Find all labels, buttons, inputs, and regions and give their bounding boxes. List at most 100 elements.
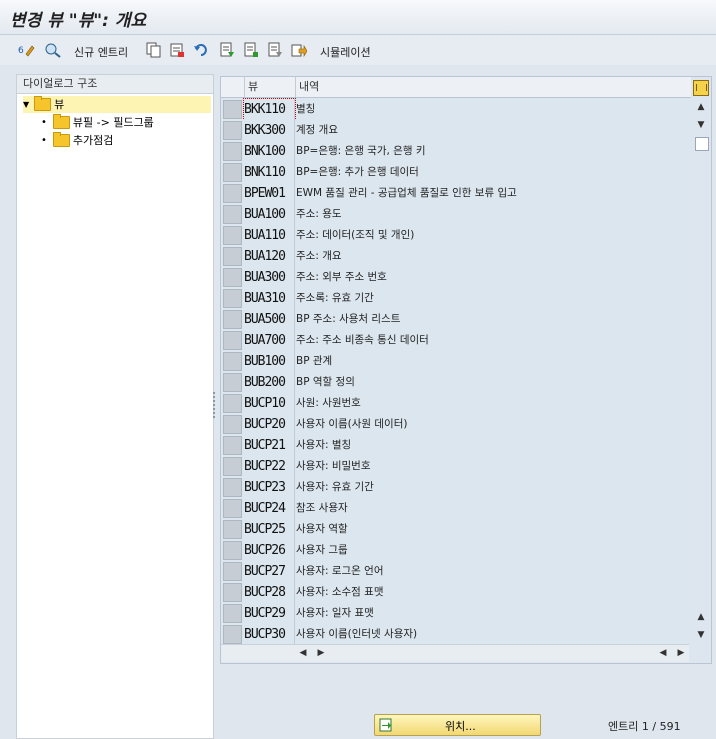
tree-node-additional-check[interactable]: • 추가점검 <box>41 132 113 149</box>
row-selector[interactable] <box>223 268 242 287</box>
delete-icon[interactable] <box>168 41 186 59</box>
view-code-cell[interactable]: BPEW01 <box>244 183 295 204</box>
view-code-cell[interactable]: BUA120 <box>244 246 295 267</box>
table-row[interactable]: BUB200 BP 역할 정의 <box>221 372 689 394</box>
view-code-cell[interactable]: BUB200 <box>244 372 295 393</box>
view-code-cell[interactable]: BUCP10 <box>244 393 295 414</box>
table-row[interactable]: BUCP20 사용자 이름(사원 데이터) <box>221 414 689 436</box>
row-selector[interactable] <box>223 541 242 560</box>
select-block-icon[interactable] <box>242 41 260 59</box>
expand-arrow-icon[interactable]: ▼ <box>23 96 29 113</box>
view-code-cell[interactable]: BNK110 <box>244 162 295 183</box>
view-code-cell[interactable]: BUCP20 <box>244 414 295 435</box>
column-header-description[interactable]: 내역 <box>295 77 319 97</box>
table-row[interactable]: BUCP30 사용자 이름(인터넷 사용자) <box>221 624 689 646</box>
row-selector[interactable] <box>223 394 242 413</box>
new-entries-button[interactable]: 신규 엔트리 <box>74 44 128 60</box>
row-selector[interactable] <box>223 373 242 392</box>
table-row[interactable]: BUCP28 사용자: 소수점 표맷 <box>221 582 689 604</box>
row-selector[interactable] <box>223 583 242 602</box>
table-settings-icon[interactable] <box>693 80 709 96</box>
column-header-view[interactable]: 뷰 <box>244 77 298 97</box>
table-row[interactable]: BUCP26 사용자 그룹 <box>221 540 689 562</box>
table-row[interactable]: BUA310 주소록: 유효 기간 <box>221 288 689 310</box>
scroll-down-icon[interactable]: ▼ <box>695 119 707 131</box>
row-selector[interactable] <box>223 352 242 371</box>
view-code-cell[interactable]: BUA300 <box>244 267 295 288</box>
view-code-cell[interactable]: BUA110 <box>244 225 295 246</box>
scroll-up-icon[interactable]: ▲ <box>695 611 707 623</box>
row-selector[interactable] <box>223 163 242 182</box>
row-selector[interactable] <box>223 457 242 476</box>
table-row[interactable]: BPEW01 EWM 품질 관리 - 공급업체 품질로 인한 보류 입고 <box>221 183 689 205</box>
scroll-down-icon[interactable]: ▼ <box>695 629 707 641</box>
table-row[interactable]: BNK110 BP=은행: 추가 은행 데이터 <box>221 162 689 184</box>
table-row[interactable]: BUB100 BP 관계 <box>221 351 689 373</box>
select-all-icon[interactable] <box>218 41 236 59</box>
scroll-thumb[interactable] <box>695 137 709 151</box>
row-selector[interactable] <box>223 415 242 434</box>
row-selector[interactable] <box>223 142 242 161</box>
table-row[interactable]: BNK100 BP=은행: 은행 국가, 은행 키 <box>221 141 689 163</box>
view-code-cell[interactable]: BUCP24 <box>244 498 295 519</box>
table-row[interactable]: BUA300 주소: 외부 주소 번호 <box>221 267 689 289</box>
row-selector[interactable] <box>223 310 242 329</box>
table-row[interactable]: BUA120 주소: 개요 <box>221 246 689 268</box>
scroll-left-icon[interactable]: ◀ <box>657 647 669 659</box>
view-code-cell[interactable]: BUCP30 <box>244 624 295 645</box>
table-row[interactable]: BKK110 별칭 <box>221 98 689 121</box>
export-icon[interactable] <box>290 41 308 59</box>
table-row[interactable]: BUCP10 사원: 사원번호 <box>221 393 689 415</box>
view-code-cell[interactable]: BKK110 <box>243 98 296 121</box>
pane-splitter[interactable] <box>212 390 216 426</box>
row-selector[interactable] <box>223 520 242 539</box>
table-row[interactable]: BUA100 주소: 용도 <box>221 204 689 226</box>
row-selector[interactable] <box>223 604 242 623</box>
row-selector[interactable] <box>223 289 242 308</box>
table-row[interactable]: BUCP21 사용자: 별칭 <box>221 435 689 457</box>
vertical-scrollbar[interactable]: ▲ ▼ ▲ ▼ <box>693 99 709 645</box>
tree-node-view[interactable]: ▼ 뷰 <box>23 96 211 113</box>
view-code-cell[interactable]: BUA310 <box>244 288 295 309</box>
view-code-cell[interactable]: BUCP26 <box>244 540 295 561</box>
view-code-cell[interactable]: BUCP28 <box>244 582 295 603</box>
scroll-right-icon[interactable]: ▶ <box>315 647 327 659</box>
undo-icon[interactable] <box>192 41 210 59</box>
table-row[interactable]: BUCP22 사용자: 비밀번호 <box>221 456 689 478</box>
simulation-button[interactable]: 시뮬레이션 <box>320 44 371 60</box>
table-row[interactable]: BKK300 계정 개요 <box>221 120 689 142</box>
view-code-cell[interactable]: BKK300 <box>244 120 295 141</box>
row-selector[interactable] <box>223 205 242 224</box>
copy-icon[interactable] <box>144 41 162 59</box>
scroll-left-icon[interactable]: ◀ <box>297 647 309 659</box>
display-change-icon[interactable]: 6 <box>18 41 36 59</box>
deselect-all-icon[interactable] <box>266 41 284 59</box>
row-selector[interactable] <box>223 226 242 245</box>
view-code-cell[interactable]: BUCP27 <box>244 561 295 582</box>
view-code-cell[interactable]: BUB100 <box>244 351 295 372</box>
row-selector[interactable] <box>223 184 242 203</box>
row-selector[interactable] <box>223 121 242 140</box>
view-code-cell[interactable]: BUCP25 <box>244 519 295 540</box>
table-row[interactable]: BUCP25 사용자 역할 <box>221 519 689 541</box>
row-selector[interactable] <box>223 625 242 644</box>
view-code-cell[interactable]: BUA700 <box>244 330 295 351</box>
view-code-cell[interactable]: BUA100 <box>244 204 295 225</box>
position-button[interactable]: 위치... <box>374 714 541 736</box>
view-code-cell[interactable]: BUCP22 <box>244 456 295 477</box>
horizontal-scrollbar[interactable]: ◀ ▶ ◀ ▶ <box>221 644 689 662</box>
table-row[interactable]: BUCP23 사용자: 유효 기간 <box>221 477 689 499</box>
view-code-cell[interactable]: BUCP21 <box>244 435 295 456</box>
view-code-cell[interactable]: BUCP23 <box>244 477 295 498</box>
other-view-icon[interactable] <box>44 41 62 59</box>
table-row[interactable]: BUA500 BP 주소: 사용처 리스트 <box>221 309 689 331</box>
row-selector[interactable] <box>223 100 242 119</box>
row-selector[interactable] <box>223 331 242 350</box>
row-selector[interactable] <box>223 562 242 581</box>
row-selector[interactable] <box>223 478 242 497</box>
view-code-cell[interactable]: BNK100 <box>244 141 295 162</box>
scroll-up-icon[interactable]: ▲ <box>695 101 707 113</box>
view-code-cell[interactable]: BUA500 <box>244 309 295 330</box>
table-row[interactable]: BUCP27 사용자: 로그온 언어 <box>221 561 689 583</box>
view-code-cell[interactable]: BUCP29 <box>244 603 295 624</box>
